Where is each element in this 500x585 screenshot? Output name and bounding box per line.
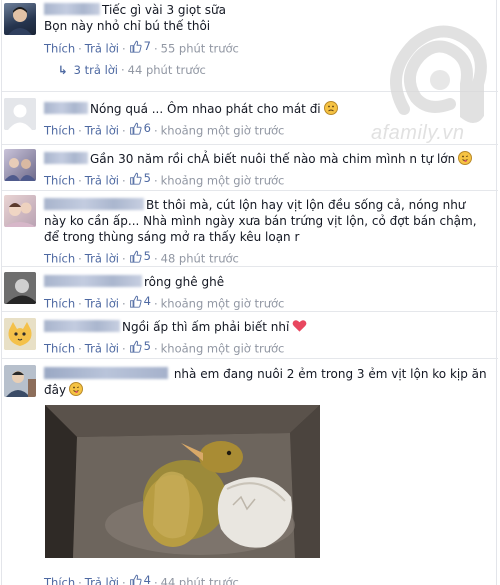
timestamp: khoảng một giờ trước [160, 341, 285, 356]
comment-actions: Thích · Trả lời · 4 · 44 phút trước [44, 572, 239, 585]
comment-actions: Thích · Trả lời · 7 · 55 phút trước [44, 38, 239, 56]
comment-text: rông ghê ghê [44, 274, 490, 290]
author-name[interactable] [44, 3, 100, 15]
thumbs-up-icon [129, 340, 142, 353]
like-link[interactable]: Thích [44, 342, 75, 356]
comment-text: Ngồi ấp thì ấm phải biết nhỉ [44, 319, 490, 335]
heart-icon [292, 319, 307, 333]
comments-panel: Tiếc gì vài 3 giọt sữa Bọn này nhỏ chỉ b… [1, 0, 498, 585]
avatar[interactable] [4, 3, 36, 35]
comment-text: Nóng quá ... Ôm nhao phát cho mát đi [44, 101, 490, 117]
author-name[interactable] [44, 320, 120, 332]
timestamp: 55 phút trước [160, 41, 239, 56]
view-replies-link[interactable]: ↳ 3 trả lời · 44 phút trước [58, 63, 206, 77]
timestamp: 48 phút trước [160, 251, 239, 266]
default-avatar[interactable] [4, 98, 36, 130]
reply-arrow-icon: ↳ [58, 63, 68, 77]
comment-actions: Thích · Trả lời · 5 · khoảng một giờ trước [44, 170, 285, 188]
reply-link[interactable]: Trả lời [85, 342, 119, 356]
timestamp: khoảng một giờ trước [160, 173, 285, 188]
avatar[interactable] [4, 272, 36, 304]
like-link[interactable]: Thích [44, 174, 75, 188]
like-link[interactable]: Thích [44, 252, 75, 266]
watermark-text: afamily.vn [371, 122, 465, 144]
comment: Gần 30 năm rồi chẢ biết nuôi thế nào mà … [2, 145, 498, 191]
like-count[interactable]: 5 [129, 170, 151, 186]
reply-link[interactable]: Trả lời [85, 297, 119, 311]
author-name[interactable] [44, 152, 88, 164]
timestamp: 44 phút trước [160, 575, 239, 585]
author-name[interactable] [44, 198, 144, 210]
comment: Ngồi ấp thì ấm phải biết nhỉ Thích · Trả l… [2, 312, 498, 359]
like-link[interactable]: Thích [44, 124, 75, 138]
comment-actions: Thích · Trả lời · 5 · khoảng một giờ trước [44, 338, 285, 356]
reply-link[interactable]: Trả lời [85, 252, 119, 266]
comment-text: Gần 30 năm rồi chẢ biết nuôi thế nào mà … [44, 151, 490, 167]
like-count[interactable]: 4 [129, 293, 151, 309]
like-link[interactable]: Thích [44, 576, 75, 585]
sad-emoji-icon [323, 101, 338, 115]
like-count[interactable]: 7 [129, 38, 151, 54]
reply-link[interactable]: Trả lời [85, 124, 119, 138]
comment-text: Bt thôi mà, cút lộn hay vịt lộn đều sống… [44, 198, 477, 244]
thumbs-up-icon [129, 250, 142, 263]
avatar[interactable] [4, 365, 36, 397]
reply-link[interactable]: Trả lời [85, 42, 119, 56]
like-link[interactable]: Thích [44, 42, 75, 56]
avatar[interactable] [4, 149, 36, 181]
timestamp: khoảng một giờ trước [160, 123, 285, 138]
author-name[interactable] [44, 275, 142, 287]
thumbs-up-icon [129, 574, 142, 585]
reply-link[interactable]: Trả lời [85, 576, 119, 585]
avatar[interactable] [4, 318, 36, 350]
tongue-emoji-icon [458, 151, 473, 165]
comment-text: nhà em đang nuôi 2 ẻm trong 3 ẻm vịt lộn… [44, 367, 487, 397]
timestamp: khoảng một giờ trước [160, 296, 285, 311]
comment-actions: Thích · Trả lời · 4 · khoảng một giờ trước [44, 293, 285, 311]
like-link[interactable]: Thích [44, 297, 75, 311]
like-count[interactable]: 4 [129, 572, 151, 585]
comment-actions: Thích · Trả lời · 5 · 48 phút trước [44, 248, 239, 266]
comment-text-line2: Bọn này nhỏ chỉ bú thế thôi [44, 19, 211, 33]
comment: rông ghê ghê Thích · Trả lời · 4 · khoảng một … [2, 267, 498, 312]
comment-photo[interactable] [45, 405, 320, 558]
thumbs-up-icon [129, 295, 142, 308]
comment: Tiếc gì vài 3 giọt sữa Bọn này nhỏ chỉ b… [2, 0, 498, 92]
thumbs-up-icon [129, 122, 142, 135]
reply-link[interactable]: Trả lời [85, 174, 119, 188]
thumbs-up-icon [129, 172, 142, 185]
like-count[interactable]: 5 [129, 248, 151, 264]
like-count[interactable]: 5 [129, 338, 151, 354]
avatar[interactable] [4, 195, 36, 227]
like-count[interactable]: 6 [129, 120, 151, 136]
tongue-emoji-icon [69, 382, 84, 396]
thumbs-up-icon [129, 40, 142, 53]
author-name[interactable] [44, 102, 88, 114]
comment: Bt thôi mà, cút lộn hay vịt lộn đều sống… [2, 191, 498, 267]
author-name[interactable] [44, 367, 168, 379]
comment-text: Tiếc gì vài 3 giọt sữa [44, 2, 490, 18]
